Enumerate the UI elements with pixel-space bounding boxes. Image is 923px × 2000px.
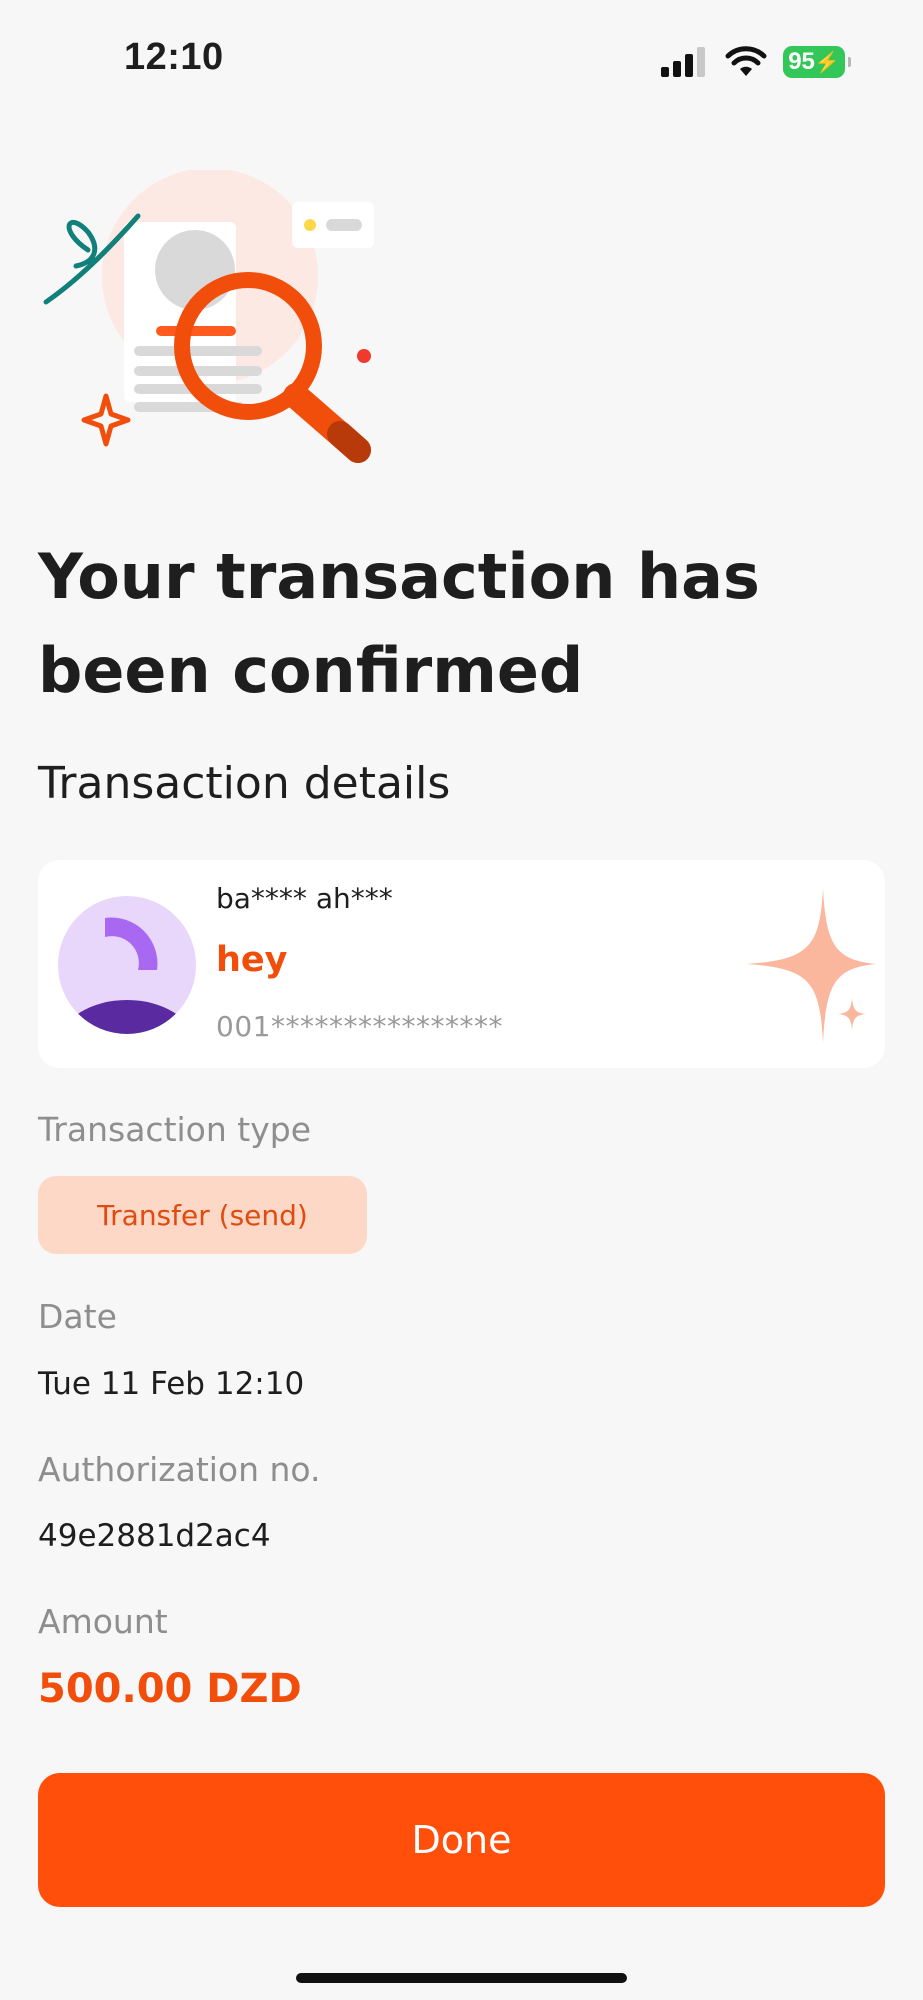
wifi-icon bbox=[725, 46, 767, 76]
amount-value: 500.00 DZD bbox=[38, 1666, 302, 1712]
page-title: Your transaction has been confirmed bbox=[38, 540, 760, 707]
recipient-label: hey bbox=[216, 940, 288, 980]
recipient-name: ba**** ah*** bbox=[216, 882, 393, 915]
sparkle-icon bbox=[746, 888, 876, 1043]
status-time: 12:10 bbox=[124, 36, 224, 78]
recipient-card: ba**** ah*** hey 001**************** bbox=[38, 860, 885, 1068]
date-label: Date bbox=[38, 1297, 117, 1336]
charging-bolt-icon: ⚡ bbox=[814, 51, 840, 74]
cellular-signal-icon bbox=[661, 47, 705, 77]
status-bar: 12:10 95 ⚡ bbox=[0, 0, 923, 120]
transaction-type-label: Transaction type bbox=[38, 1110, 311, 1149]
battery-charging-icon: 95 ⚡ bbox=[783, 46, 851, 78]
avatar bbox=[58, 896, 196, 1034]
done-button[interactable]: Done bbox=[38, 1773, 885, 1907]
date-value: Tue 11 Feb 12:10 bbox=[38, 1366, 305, 1402]
battery-level: 95 bbox=[788, 48, 815, 75]
status-icons: 95 ⚡ bbox=[661, 46, 851, 78]
authorization-value: 49e2881d2ac4 bbox=[38, 1518, 271, 1554]
authorization-label: Authorization no. bbox=[38, 1450, 321, 1489]
transaction-type-badge: Transfer (send) bbox=[38, 1176, 367, 1254]
recipient-account-number: 001**************** bbox=[216, 1010, 503, 1043]
document-search-illustration bbox=[43, 170, 374, 463]
section-title: Transaction details bbox=[38, 758, 451, 809]
amount-label: Amount bbox=[38, 1602, 168, 1641]
home-indicator[interactable] bbox=[296, 1973, 627, 1983]
